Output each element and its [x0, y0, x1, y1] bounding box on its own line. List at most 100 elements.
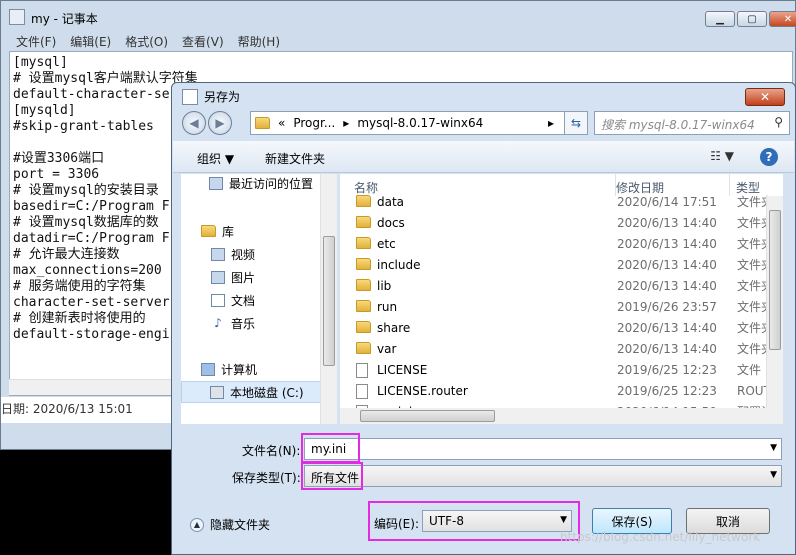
nav-computer-label: 计算机	[221, 362, 258, 377]
file-date: 2020/6/13 14:40	[617, 215, 717, 230]
desktop-background	[0, 450, 175, 555]
breadcrumb-separator-icon[interactable]: ▸	[343, 116, 349, 130]
nav-videos[interactable]: 视频	[211, 243, 337, 265]
nav-libraries[interactable]: 库	[201, 220, 337, 242]
breadcrumb-overflow[interactable]: «	[278, 116, 285, 130]
view-options-icon[interactable]: ☷ ▼	[710, 149, 734, 163]
chevron-down-icon[interactable]: ▼	[770, 443, 777, 453]
file-name: include	[377, 257, 421, 272]
file-date: 2020/6/13 14:40	[617, 257, 717, 272]
file-list-horizontal-scrollbar[interactable]	[340, 408, 780, 424]
file-row[interactable]: LICENSE 2019/6/25 12:23 文件	[340, 359, 770, 380]
music-icon: ♪	[214, 316, 222, 330]
dialog-toolbar: 组织 ▼ 新建文件夹 ☷ ▼ ?	[173, 141, 794, 173]
document-icon	[211, 293, 225, 307]
menu-file[interactable]: 文件(F)	[9, 33, 63, 50]
filename-highlight-box	[301, 433, 360, 463]
file-name: docs	[377, 215, 405, 230]
chevron-up-icon: ▲	[190, 517, 204, 532]
nav-documents-label: 文档	[231, 293, 256, 308]
file-icon	[356, 384, 368, 399]
search-input[interactable]: 搜索 mysql-8.0.17-winx64 ⚲	[594, 111, 790, 135]
notepad-horizontal-scrollbar[interactable]	[9, 379, 179, 395]
organize-button[interactable]: 组织 ▼	[197, 150, 234, 167]
file-row[interactable]: docs 2020/6/13 14:40 文件夹	[340, 212, 773, 233]
file-row[interactable]: var 2020/6/13 14:40 文件夹	[340, 338, 773, 359]
notepad-line: [mysql]	[13, 55, 68, 70]
nav-documents[interactable]: 文档	[211, 289, 337, 311]
file-date: 2019/6/26 23:57	[617, 299, 717, 314]
filetype-label: 保存类型(T):	[232, 471, 301, 485]
filename-input[interactable]: my.ini ▼	[304, 438, 782, 460]
address-bar[interactable]: « Progr... ▸ mysql-8.0.17-winx64 ▸ ▼	[250, 111, 578, 135]
chevron-down-icon[interactable]: ▼	[770, 470, 777, 480]
encoding-select[interactable]: UTF-8 ▼	[422, 510, 572, 532]
file-name: LICENSE	[377, 362, 428, 377]
nav-local-disk[interactable]: 本地磁盘 (C:)	[181, 381, 321, 403]
file-list-scrollbar-thumb[interactable]	[769, 210, 781, 350]
dialog-title: 另存为	[204, 90, 241, 104]
minimize-button[interactable]: ▁	[705, 11, 735, 27]
nav-pictures[interactable]: 图片	[211, 266, 337, 288]
encoding-value: UTF-8	[429, 514, 464, 528]
nav-scrollbar-thumb[interactable]	[323, 236, 335, 366]
filetype-select[interactable]: 所有文件 ▼	[304, 465, 782, 487]
nav-computer[interactable]: 计算机	[201, 358, 337, 380]
file-row[interactable]: share 2020/6/13 14:40 文件夹	[340, 317, 773, 338]
folder-icon	[356, 237, 371, 249]
hide-folders-button[interactable]: ▲ 隐藏文件夹	[190, 516, 270, 533]
menu-view[interactable]: 查看(V)	[175, 33, 231, 50]
notepad-menubar: 文件(F) 编辑(E) 格式(O) 查看(V) 帮助(H)	[9, 33, 287, 50]
help-icon[interactable]: ?	[760, 148, 778, 166]
maximize-button[interactable]: ▢	[737, 11, 767, 27]
nav-music-label: 音乐	[231, 316, 256, 331]
nav-local-disk-label: 本地磁盘 (C:)	[230, 385, 304, 400]
menu-help[interactable]: 帮助(H)	[231, 33, 287, 50]
library-icon	[201, 225, 216, 237]
refresh-icon[interactable]: ⇆	[564, 111, 588, 135]
back-button[interactable]: ◀	[182, 111, 206, 135]
file-name: lib	[377, 278, 392, 293]
nav-recent-places[interactable]: 最近访问的位置	[209, 174, 337, 194]
horizontal-scrollbar-thumb[interactable]	[360, 410, 495, 422]
encoding-label: 编码(E):	[374, 517, 419, 531]
file-row[interactable]: run 2019/6/26 23:57 文件夹	[340, 296, 773, 317]
forward-button[interactable]: ▶	[208, 111, 232, 135]
file-row[interactable]: lib 2020/6/13 14:40 文件夹	[340, 275, 773, 296]
file-row[interactable]: data 2020/6/14 17:51 文件夹	[340, 191, 773, 212]
folder-icon	[356, 342, 371, 354]
folder-icon	[356, 258, 371, 270]
menu-format[interactable]: 格式(O)	[118, 33, 175, 50]
file-date: 2020/6/13 14:40	[617, 341, 717, 356]
computer-icon	[201, 362, 215, 376]
video-icon	[211, 247, 225, 261]
file-date: 2020/6/13 14:40	[617, 278, 717, 293]
nav-music[interactable]: ♪ 音乐	[211, 312, 337, 334]
breadcrumb-separator-icon[interactable]: ▸	[548, 116, 554, 130]
navigation-pane: 最近访问的位置 库 视频 图片 文档 ♪ 音乐 计算机 本地磁盘 (C:)	[181, 174, 337, 424]
breadcrumb-mysql[interactable]: mysql-8.0.17-winx64	[357, 116, 483, 130]
file-date: 2020/6/14 17:51	[617, 194, 717, 209]
file-date: 2020/6/13 14:40	[617, 236, 717, 251]
folder-icon	[356, 195, 371, 207]
file-name: run	[377, 299, 398, 314]
nav-videos-label: 视频	[231, 247, 256, 262]
search-placeholder: 搜索 mysql-8.0.17-winx64	[601, 118, 755, 132]
file-row[interactable]: include 2020/6/13 14:40 文件夹	[340, 254, 773, 275]
new-folder-button[interactable]: 新建文件夹	[265, 150, 325, 167]
file-row[interactable]: etc 2020/6/13 14:40 文件夹	[340, 233, 773, 254]
dialog-close-button[interactable]: ✕	[745, 88, 785, 106]
save-as-dialog: 另存为 ✕ ◀ ▶ « Progr... ▸ mysql-8.0.17-winx…	[171, 82, 796, 555]
file-row[interactable]: LICENSE.router 2019/6/25 12:23 ROUTER	[340, 380, 783, 401]
chevron-down-icon[interactable]: ▼	[560, 515, 567, 525]
menu-edit[interactable]: 编辑(E)	[63, 33, 118, 50]
breadcrumb-programs[interactable]: Progr...	[293, 116, 335, 130]
folder-icon	[356, 216, 371, 228]
file-list-scrollbar[interactable]	[766, 196, 783, 424]
file-name: etc	[377, 236, 396, 251]
close-button[interactable]: ✕	[769, 11, 796, 27]
file-date: 2020/6/13 14:40	[617, 320, 717, 335]
picture-icon	[211, 270, 225, 284]
nav-scrollbar[interactable]	[320, 174, 337, 424]
file-date: 2019/6/25 12:23	[617, 383, 717, 398]
